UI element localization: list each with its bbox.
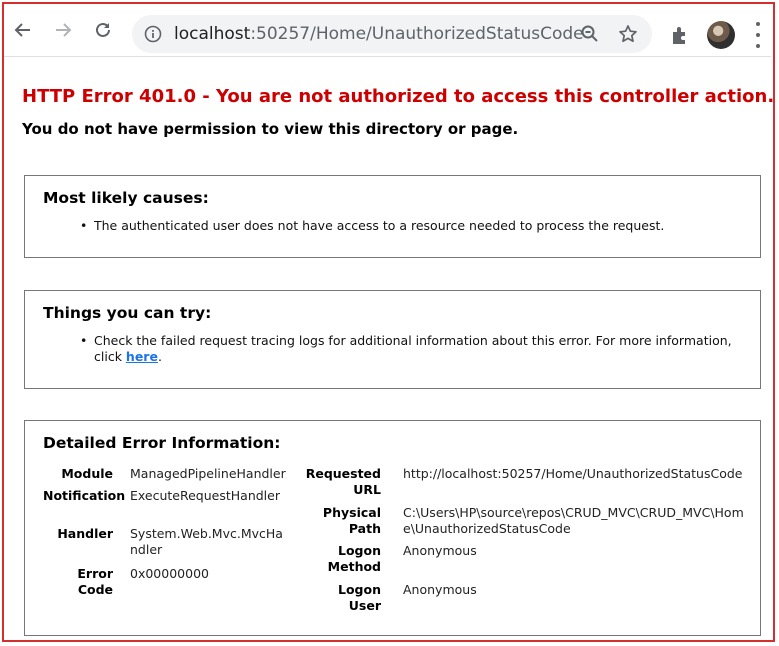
detail-key: Requested URL (305, 466, 381, 497)
detail-value: http://localhost:50257/Home/Unauthorized… (403, 466, 743, 481)
try-heading: Things you can try: (43, 304, 212, 322)
address-bar[interactable]: localhost:50257/Home/UnauthorizedStatusC… (132, 15, 652, 53)
here-link[interactable]: here (126, 349, 158, 364)
detail-value: System.Web.Mvc.MvcHandler (130, 526, 283, 557)
error-title: HTTP Error 401.0 - You are not authorize… (22, 86, 775, 107)
causes-heading: Most likely causes: (43, 189, 209, 207)
url-host: localhost (174, 24, 251, 44)
try-box: Things you can try: Check the failed req… (24, 290, 761, 389)
back-icon[interactable] (12, 19, 34, 41)
browser-toolbar: localhost:50257/Home/UnauthorizedStatusC… (4, 4, 771, 57)
extensions-icon[interactable] (669, 24, 691, 46)
details-box: Detailed Error Information: Module Manag… (24, 420, 761, 636)
info-icon[interactable] (144, 25, 162, 43)
profile-avatar[interactable] (707, 21, 735, 49)
detail-value: C:\Users\HP\source\repos\CRUD_MVC\CRUD_M… (403, 505, 744, 536)
url-path: :50257/Home/UnauthorizedStatusCode (250, 24, 584, 44)
forward-icon[interactable] (52, 19, 74, 41)
detail-value: Anonymous (403, 543, 477, 558)
details-heading: Detailed Error Information: (43, 434, 281, 452)
detail-key: Logon Method (327, 543, 381, 574)
detail-key: Physical Path (322, 505, 381, 536)
try-item: Check the failed request tracing logs fo… (80, 333, 754, 365)
detail-key: Logon User (338, 582, 381, 613)
causes-box: Most likely causes: The authenticated us… (24, 175, 761, 258)
detail-key: Module (61, 466, 113, 481)
causes-item: The authenticated user does not have acc… (80, 218, 734, 234)
detail-value: Anonymous (403, 582, 477, 597)
detail-key: Notification (43, 488, 126, 503)
error-subtitle: You do not have permission to view this … (22, 120, 519, 138)
reload-icon[interactable] (92, 19, 114, 41)
detail-value: ManagedPipelineHandler (130, 466, 286, 481)
detail-value: 0x00000000 (130, 566, 209, 581)
star-icon[interactable] (618, 24, 638, 44)
try-item-text: Check the failed request tracing logs fo… (94, 333, 732, 348)
detail-key: Error Code (77, 566, 113, 597)
url-text[interactable]: localhost:50257/Home/UnauthorizedStatusC… (174, 24, 584, 44)
detail-value: ExecuteRequestHandler (130, 488, 280, 503)
zoom-icon[interactable] (580, 24, 600, 44)
detail-key: Handler (57, 526, 113, 541)
try-item-suffix: . (157, 349, 162, 364)
more-menu-icon[interactable] (750, 22, 766, 48)
try-item-click: click (94, 349, 122, 364)
